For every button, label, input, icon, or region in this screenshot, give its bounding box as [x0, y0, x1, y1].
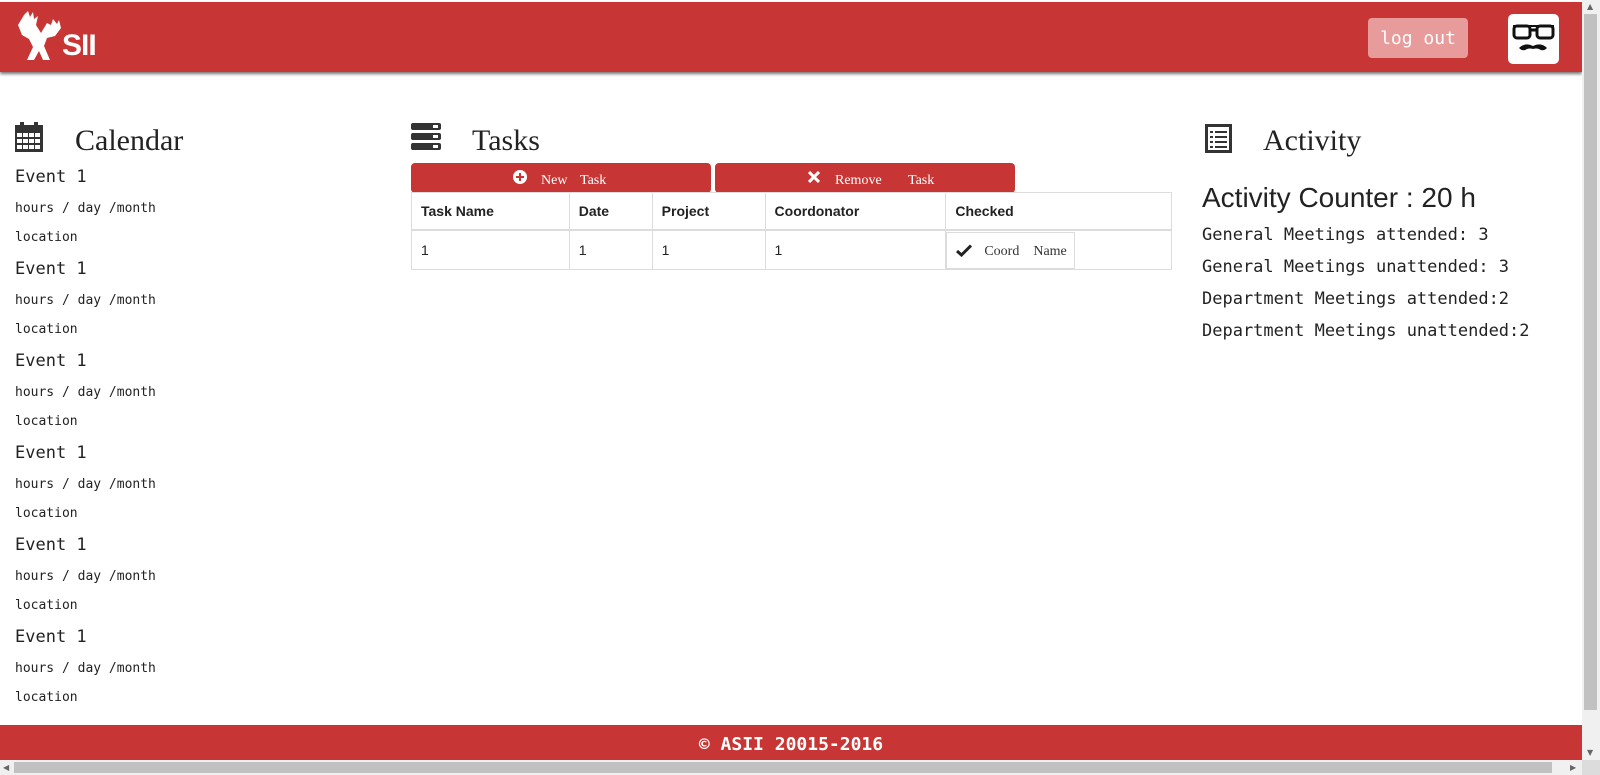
event-time: hours / day /month: [15, 569, 156, 584]
remove-task-label-task: Task: [908, 173, 935, 188]
cell-coordonator: 1: [764, 229, 947, 270]
footer: © ASII 20015-2016: [0, 725, 1582, 762]
checked-coord-label: Coord Name: [984, 244, 1066, 260]
cell-project: 1: [651, 229, 766, 270]
event-location: location: [15, 414, 78, 429]
event-name: Event 1: [15, 167, 87, 187]
event-location: location: [15, 230, 78, 245]
plus-circle-icon: [513, 170, 527, 184]
list-icon: [1205, 124, 1232, 153]
column-header-project: Project: [651, 192, 766, 231]
event-name: Event 1: [15, 351, 87, 371]
user-avatar[interactable]: [1508, 14, 1559, 64]
column-header-date: Date: [568, 192, 653, 231]
calendar-icon: [15, 122, 43, 152]
scrollbar-corner: [1582, 760, 1600, 775]
column-header-checked: Checked: [945, 192, 1172, 231]
event-time: hours / day /month: [15, 477, 156, 492]
event-location: location: [15, 690, 78, 705]
event-name: Event 1: [15, 443, 87, 463]
table-row[interactable]: 1 1 1 1 Coord Name: [411, 229, 1172, 270]
event-location: location: [15, 506, 78, 521]
horizontal-scrollbar[interactable]: ◀ ▶: [0, 760, 1582, 775]
cell-checked: Coord Name: [945, 229, 1172, 270]
event-time: hours / day /month: [15, 201, 156, 216]
remove-task-button[interactable]: Remove Task: [715, 163, 1015, 193]
event-name: Event 1: [15, 259, 87, 279]
cell-date: 1: [568, 229, 653, 270]
event-time: hours / day /month: [15, 385, 156, 400]
activity-title: Activity: [1263, 124, 1362, 157]
tasks-title: Tasks: [472, 124, 540, 157]
logout-button[interactable]: log out: [1368, 18, 1468, 58]
tasks-table: Task Name Date Project Coordonator Check…: [411, 192, 1172, 270]
scroll-right-arrow-icon[interactable]: ▶: [1570, 763, 1576, 772]
new-task-button[interactable]: New Task: [411, 163, 711, 193]
scroll-left-arrow-icon[interactable]: ◀: [3, 763, 9, 772]
new-task-label-new: New: [541, 173, 568, 188]
event-time: hours / day /month: [15, 661, 156, 676]
checked-coord-button[interactable]: Coord Name: [946, 232, 1076, 269]
event-name: Event 1: [15, 627, 87, 647]
activity-stat: Department Meetings unattended:2: [1202, 321, 1530, 341]
horizontal-scrollbar-thumb[interactable]: [14, 762, 1552, 773]
activity-stat: General Meetings unattended: 3: [1202, 257, 1510, 277]
activity-stat: Department Meetings attended:2: [1202, 289, 1510, 309]
logo-text: SII: [62, 29, 97, 62]
event-location: location: [15, 598, 78, 613]
new-task-label-task: Task: [580, 173, 607, 188]
logo-figure-icon: [18, 11, 61, 60]
tasks-table-header: Task Name Date Project Coordonator Check…: [411, 192, 1172, 231]
calendar-title: Calendar: [75, 124, 184, 157]
remove-task-label-remove: Remove: [835, 173, 882, 188]
activity-stat: General Meetings attended: 3: [1202, 225, 1489, 245]
scroll-down-arrow-icon[interactable]: ▼: [1587, 748, 1593, 757]
checked-coord-second: Name: [1033, 244, 1067, 259]
event-time: hours / day /month: [15, 293, 156, 308]
column-header-coordonator: Coordonator: [764, 192, 947, 231]
activity-counter: Activity Counter : 20 h: [1202, 182, 1476, 213]
top-navbar: SII log out: [0, 2, 1582, 72]
vertical-scrollbar[interactable]: ▲ ▼: [1582, 0, 1600, 760]
event-name: Event 1: [15, 535, 87, 555]
server-stack-icon: [411, 123, 441, 150]
close-icon: [808, 171, 820, 183]
scroll-up-arrow-icon[interactable]: ▲: [1587, 2, 1593, 11]
glasses-mustache-icon: [1512, 24, 1555, 51]
checked-coord-first: Coord: [984, 244, 1020, 259]
asii-logo[interactable]: SII: [18, 11, 113, 63]
vertical-scrollbar-thumb[interactable]: [1584, 14, 1597, 710]
checkmark-icon: [956, 244, 973, 257]
column-header-task-name: Task Name: [411, 192, 570, 231]
cell-task-name: 1: [411, 229, 570, 270]
event-location: location: [15, 322, 78, 337]
